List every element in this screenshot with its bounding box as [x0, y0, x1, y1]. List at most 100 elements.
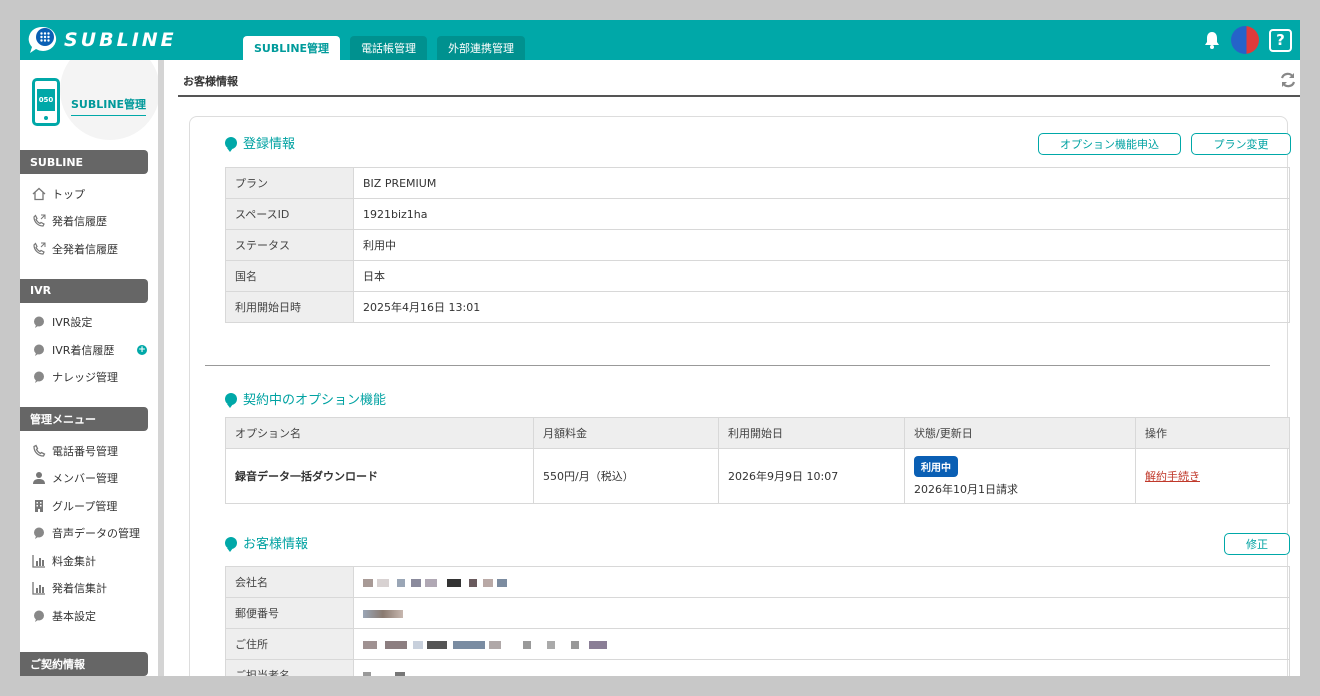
logo-bubble-icon [28, 26, 57, 53]
phone-number-badge: 050 [37, 89, 55, 111]
sidebar-item-ivr-settings[interactable]: IVR設定 [20, 309, 158, 337]
postal-code-redacted [353, 597, 1290, 629]
sidebar-item-label: 基本設定 [52, 609, 96, 623]
address-redacted [353, 628, 1290, 660]
sidebar-item-basic-settings[interactable]: 基本設定 [20, 602, 158, 630]
plan-change-button[interactable]: プラン変更 [1191, 133, 1291, 155]
renewal-date: 2026年10月1日請求 [914, 482, 1018, 496]
sidebar-item-audio-data[interactable]: 音声データの管理 [20, 520, 158, 548]
column-header: 月額料金 [533, 417, 719, 449]
bubble-icon [32, 609, 46, 623]
phone-icon [32, 444, 46, 458]
contact-name-redacted [353, 659, 1290, 676]
status-badge: 利用中 [914, 455, 958, 477]
sidebar-item-label: グループ管理 [52, 499, 118, 513]
pin-icon [225, 392, 237, 408]
sidebar-section-admin: 管理メニュー [20, 407, 148, 431]
table-row: 会社名 [225, 566, 1290, 598]
sidebar-item-label: 電話番号管理 [52, 444, 118, 458]
row-label: 郵便番号 [225, 597, 354, 629]
tab-subline[interactable]: SUBLINE管理 [243, 36, 341, 60]
sidebar-item-label: メンバー管理 [52, 472, 118, 486]
tab-external-integration[interactable]: 外部連携管理 [437, 36, 526, 60]
option-fee: 550円/月（税込） [533, 448, 719, 504]
bar-chart-icon [32, 554, 46, 568]
column-header: オプション名 [225, 417, 534, 449]
section-title-text: お客様情報 [243, 537, 309, 552]
sidebar-item-label: トップ [52, 187, 85, 201]
registration-table: プラン BIZ PREMIUM スペースID 1921biz1ha ステータス 利用中… [225, 167, 1290, 323]
app-window: SUBLINE SUBLINE管理 電話帳管理 外部連携管理 ? 050 SUB… [20, 20, 1300, 676]
section-title-text: 登録情報 [243, 137, 296, 152]
home-icon [32, 187, 46, 201]
edit-button[interactable]: 修正 [1224, 533, 1290, 555]
column-header: 利用開始日 [718, 417, 905, 449]
option-status-cell: 利用中 2026年10月1日請求 [904, 448, 1136, 504]
sidebar-section-subline: SUBLINE [20, 150, 148, 174]
bell-icon[interactable] [1203, 30, 1221, 50]
sidebar-item-groups[interactable]: グループ管理 [20, 492, 158, 520]
option-start-date: 2026年9月9日 10:07 [718, 448, 905, 504]
page-title: お客様情報 [183, 74, 238, 88]
sidebar-title: SUBLINE管理 [71, 96, 147, 116]
refresh-icon[interactable] [1278, 70, 1298, 90]
sidebar-item-label: 料金集計 [52, 554, 96, 568]
row-label: スペースID [225, 198, 354, 230]
sidebar-item-call-summary[interactable]: 発着信集計 [20, 575, 158, 603]
sidebar-item-billing-summary[interactable]: 料金集計 [20, 547, 158, 575]
main-tabs: SUBLINE管理 電話帳管理 外部連携管理 [243, 36, 526, 60]
sidebar-item-top[interactable]: トップ [20, 180, 158, 208]
options-table: オプション名 月額料金 利用開始日 状態/更新日 操作 録音データ一括ダウンロー… [225, 417, 1290, 504]
table-row: 国名 日本 [225, 260, 1290, 292]
table-row: ご担当者名 [225, 659, 1290, 676]
sidebar-item-label: ナレッジ管理 [52, 371, 118, 385]
sidebar-item-call-history[interactable]: 発着信履歴 [20, 208, 158, 236]
option-apply-button[interactable]: オプション機能申込 [1038, 133, 1181, 155]
bubble-icon [32, 315, 46, 329]
sidebar-scrollbar[interactable] [158, 60, 164, 676]
phone-call-icon [32, 214, 46, 228]
header-icons: ? [1203, 26, 1292, 54]
sidebar-item-ivr-history[interactable]: IVR着信履歴 + [20, 336, 158, 364]
sidebar-item-label: 全発着信履歴 [52, 242, 118, 256]
customer-table: 会社名 郵便番号 ご住所 ご担当者名 [225, 566, 1290, 676]
sidebar-section-contract: ご契約情報 [20, 651, 148, 676]
cancel-link[interactable]: 解約手続き [1145, 470, 1200, 483]
status-value: 利用中 [353, 229, 1290, 261]
avatar[interactable] [1231, 26, 1259, 54]
sidebar-item-all-call-history[interactable]: 全発着信履歴 [20, 235, 158, 263]
space-id-value: 1921biz1ha [353, 198, 1290, 230]
table-row: 利用開始日時 2025年4月16日 13:01 [225, 291, 1290, 323]
smartphone-icon: 050 [32, 78, 60, 126]
section-title-text: 契約中のオプション機能 [243, 393, 387, 408]
sidebar-item-phone-numbers[interactable]: 電話番号管理 [20, 437, 158, 465]
plus-icon[interactable]: + [137, 345, 147, 355]
row-label: ステータス [225, 229, 354, 261]
row-label: ご住所 [225, 628, 354, 660]
main-content: お客様情報 登録情報 オプション機能申込 プラン変更 プラン BIZ PREMIU… [170, 60, 1300, 676]
pin-icon [225, 136, 237, 152]
table-header-row: オプション名 月額料金 利用開始日 状態/更新日 操作 [225, 417, 1290, 449]
table-row: 録音データ一括ダウンロード 550円/月（税込） 2026年9月9日 10:07… [225, 448, 1290, 504]
column-header: 状態/更新日 [904, 417, 1136, 449]
tab-phonebook[interactable]: 電話帳管理 [350, 36, 428, 60]
country-value: 日本 [353, 260, 1290, 292]
pin-icon [225, 536, 237, 552]
logo[interactable]: SUBLINE [26, 23, 177, 57]
sidebar-item-label: IVR設定 [52, 316, 93, 330]
registration-section-title: 登録情報 [225, 133, 295, 152]
column-header: 操作 [1135, 417, 1290, 449]
row-label: 利用開始日時 [225, 291, 354, 323]
company-name-redacted [353, 566, 1290, 598]
sidebar-item-label: 発着信集計 [52, 582, 107, 596]
help-button[interactable]: ? [1269, 28, 1292, 52]
logo-text: SUBLINE [64, 29, 177, 51]
row-label: ご担当者名 [225, 659, 354, 676]
customer-section-title: お客様情報 [225, 533, 308, 552]
sidebar: 050 SUBLINE管理 SUBLINE トップ 発着信履歴 全発着信履歴 I… [20, 60, 158, 676]
sidebar-item-knowledge[interactable]: ナレッジ管理 [20, 364, 158, 392]
sidebar-item-label: 発着信履歴 [52, 215, 107, 229]
sidebar-item-members[interactable]: メンバー管理 [20, 465, 158, 493]
bubble-icon [32, 526, 46, 540]
building-icon [32, 499, 46, 513]
